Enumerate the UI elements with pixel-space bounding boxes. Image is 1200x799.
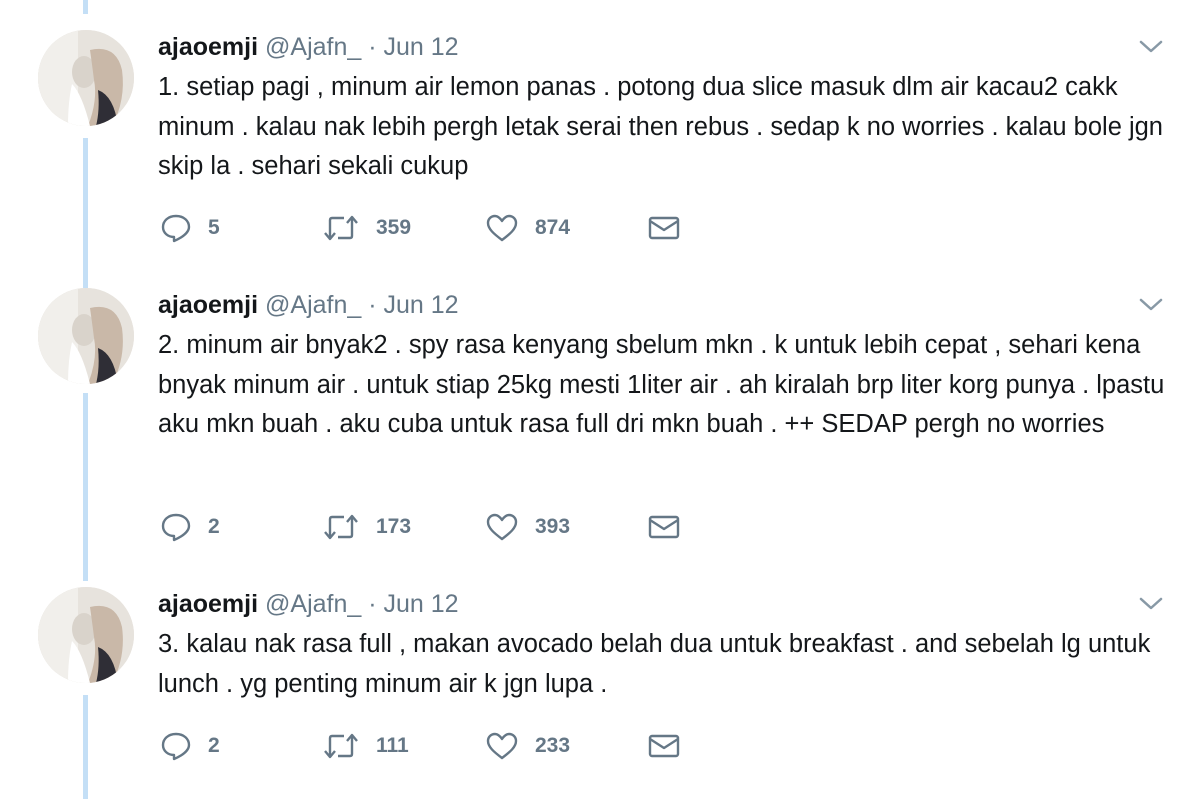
reply-count: 2 xyxy=(208,734,220,757)
thread-connector-line xyxy=(83,0,88,14)
tweet-text: 3. kalau nak rasa full , makan avocado b… xyxy=(158,630,1151,698)
retweet-count: 173 xyxy=(376,515,412,538)
author-name[interactable]: ajaoemji xyxy=(158,33,258,61)
envelope-icon xyxy=(647,732,681,760)
author-handle[interactable]: @Ajafn_ xyxy=(265,33,361,61)
tweet-date[interactable]: Jun 12 xyxy=(384,590,459,618)
direct-message-button[interactable] xyxy=(647,510,681,544)
like-count: 393 xyxy=(535,515,571,538)
separator-dot: · xyxy=(368,590,377,618)
chevron-down-icon[interactable] xyxy=(1138,595,1164,613)
avatar[interactable] xyxy=(38,30,134,126)
heart-icon xyxy=(485,213,519,243)
tweet-text: 1. setiap pagi , minum air lemon panas .… xyxy=(158,73,1163,180)
reply-icon xyxy=(160,730,192,762)
reply-button[interactable]: 2 xyxy=(160,729,220,763)
heart-icon xyxy=(485,731,519,761)
separator-dot: · xyxy=(368,33,377,61)
tweet-actions: 2 173 393 xyxy=(160,510,760,544)
tweet-header: ajaoemji @Ajafn_ · Jun 12 xyxy=(158,32,459,62)
tweet-date[interactable]: Jun 12 xyxy=(384,291,459,319)
retweet-button[interactable]: 359 xyxy=(322,211,411,245)
author-name[interactable]: ajaoemji xyxy=(158,291,258,319)
author-handle[interactable]: @Ajafn_ xyxy=(265,291,361,319)
direct-message-button[interactable] xyxy=(647,729,681,763)
tweet-header: ajaoemji @Ajafn_ · Jun 12 xyxy=(158,290,459,320)
chevron-down-icon[interactable] xyxy=(1138,38,1164,56)
tweet-actions: 5 359 874 xyxy=(160,211,760,245)
avatar[interactable] xyxy=(38,587,134,683)
chevron-down-icon[interactable] xyxy=(1138,296,1164,314)
author-name[interactable]: ajaoemji xyxy=(158,590,258,618)
like-button[interactable]: 393 xyxy=(485,510,570,544)
reply-button[interactable]: 5 xyxy=(160,211,220,245)
thread-connector-line xyxy=(83,695,88,799)
tweet-actions: 2 111 233 xyxy=(160,729,760,763)
retweet-count: 111 xyxy=(376,734,409,757)
direct-message-button[interactable] xyxy=(647,211,681,245)
reply-icon xyxy=(160,511,192,543)
tweet-header: ajaoemji @Ajafn_ · Jun 12 xyxy=(158,589,459,619)
envelope-icon xyxy=(647,214,681,242)
retweet-button[interactable]: 111 xyxy=(322,729,409,763)
like-count: 874 xyxy=(535,216,571,239)
retweet-button[interactable]: 173 xyxy=(322,510,411,544)
thread-connector-line xyxy=(83,393,88,581)
retweet-icon xyxy=(322,512,360,542)
like-count: 233 xyxy=(535,734,571,757)
reply-button[interactable]: 2 xyxy=(160,510,220,544)
avatar[interactable] xyxy=(38,288,134,384)
heart-icon xyxy=(485,512,519,542)
author-handle[interactable]: @Ajafn_ xyxy=(265,590,361,618)
reply-icon xyxy=(160,212,192,244)
reply-count: 2 xyxy=(208,515,220,538)
tweet-thread: ajaoemji @Ajafn_ · Jun 12 1. setiap pagi… xyxy=(0,0,1200,799)
tweet-text: 2. minum air bnyak2 . spy rasa kenyang s… xyxy=(158,331,1165,438)
retweet-count: 359 xyxy=(376,216,412,239)
thread-connector-line xyxy=(83,138,88,288)
like-button[interactable]: 874 xyxy=(485,211,570,245)
retweet-icon xyxy=(322,731,360,761)
tweet-date[interactable]: Jun 12 xyxy=(384,33,459,61)
retweet-icon xyxy=(322,213,360,243)
reply-count: 5 xyxy=(208,216,220,239)
separator-dot: · xyxy=(368,291,377,319)
like-button[interactable]: 233 xyxy=(485,729,570,763)
envelope-icon xyxy=(647,513,681,541)
